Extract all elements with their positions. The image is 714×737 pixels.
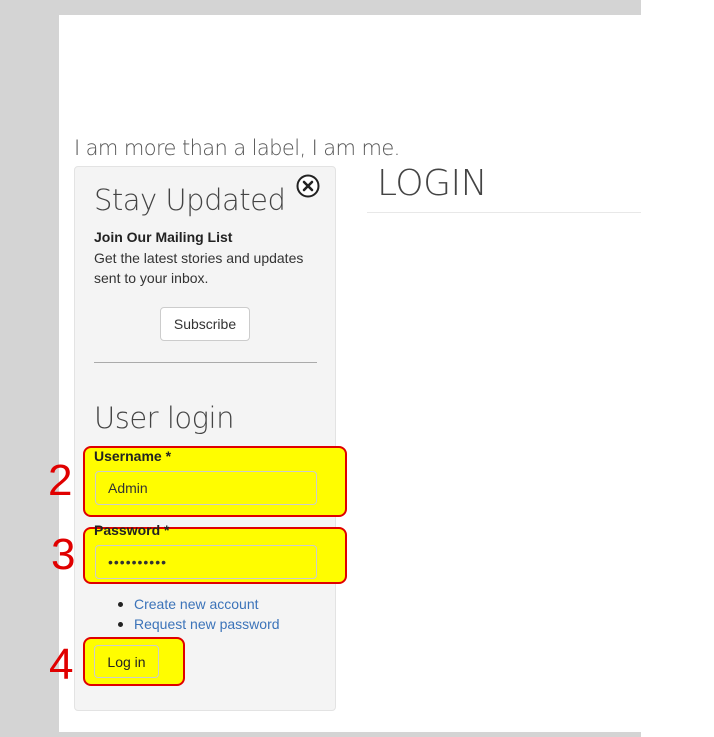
username-input[interactable]: Admin [95, 471, 317, 505]
newsletter-title: Stay Updated [94, 183, 286, 217]
user-login-title: User login [94, 401, 234, 435]
username-label: Username * [94, 448, 171, 464]
request-password-link[interactable]: Request new password [134, 616, 280, 632]
close-icon[interactable] [296, 174, 320, 198]
login-links: Create new account Request new password [116, 594, 280, 634]
password-label-text: Password [94, 522, 161, 538]
password-input[interactable]: •••••••••• [95, 545, 317, 579]
step-number-4: 4 [49, 640, 74, 689]
title-divider [367, 212, 641, 213]
site-slogan: I am more than a label, I am me. [74, 136, 400, 160]
required-marker: * [165, 448, 172, 464]
subscribe-button[interactable]: Subscribe [160, 307, 250, 341]
step-number-2: 2 [48, 456, 73, 505]
divider [94, 362, 317, 363]
list-item: Request new password [116, 614, 280, 634]
mailing-list-description: Get the latest stories and updates sent … [94, 250, 304, 286]
page-title: LOGIN [377, 163, 488, 204]
login-button[interactable]: Log in [94, 645, 159, 678]
required-marker: * [164, 522, 170, 538]
step-number-3: 3 [51, 530, 76, 579]
username-label-text: Username [94, 448, 162, 464]
mailing-list-heading: Join Our Mailing List [94, 229, 233, 245]
create-account-link[interactable]: Create new account [134, 596, 259, 612]
password-label: Password * [94, 522, 169, 538]
list-item: Create new account [116, 594, 280, 614]
